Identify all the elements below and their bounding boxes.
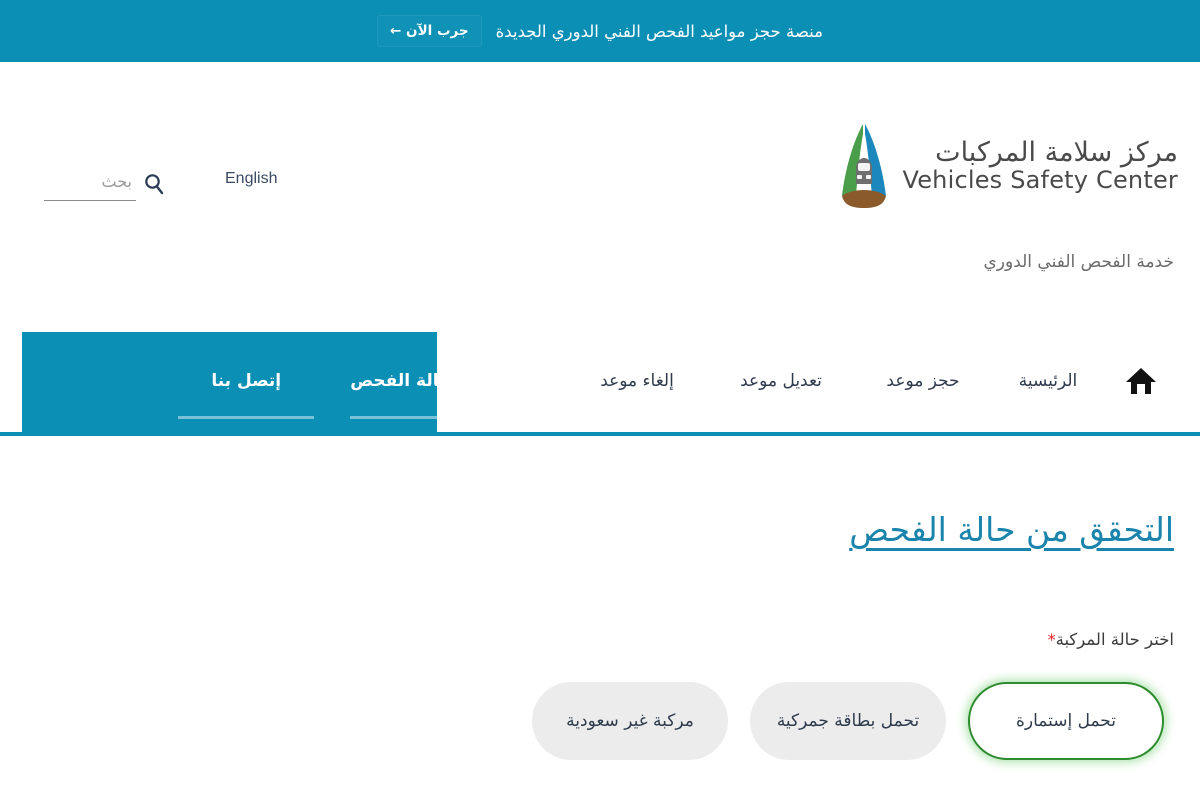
vehicle-status-option-group: تحمل إستمارة تحمل بطاقة جمركية مركبة غير… [0,682,1200,760]
promo-try-now-button[interactable]: جرب الآن ← [377,15,482,47]
nav-item-book-appointment[interactable]: حجز موعد [854,331,992,431]
nav-home-button[interactable] [1104,331,1178,431]
page-root: منصة حجز مواعيد الفحص الفني الدوري الجدي… [0,0,1200,800]
brand-text: مركز سلامة المركبات Vehicles Safety Cent… [902,138,1178,193]
vehicle-status-field-label: اختر حالة المركبة* [1048,630,1174,649]
nav-item-cancel-appointment[interactable]: إلغاء موعد [566,331,708,431]
search-icon[interactable] [142,172,166,196]
brand-name-english: Vehicles Safety Center [902,165,1178,194]
brand-lockup[interactable]: مركز سلامة المركبات Vehicles Safety Cent… [836,120,1178,212]
main-content: التحقق من حالة الفحص اختر حالة المركبة* … [0,436,1200,800]
brand-name-arabic: مركز سلامة المركبات [935,137,1178,169]
search-input[interactable] [44,167,136,201]
page-title: التحقق من حالة الفحص [849,510,1174,549]
promo-banner: منصة حجز مواعيد الفحص الفني الدوري الجدي… [0,0,1200,62]
option-non-saudi-vehicle[interactable]: مركبة غير سعودية [532,682,728,760]
option-has-customs-card[interactable]: تحمل بطاقة جمركية [750,682,946,760]
nav-item-check-inspection-status[interactable]: التحقق من حالة الفحص [332,331,566,431]
language-switch-link[interactable]: English [225,170,277,188]
service-subtitle: خدمة الفحص الفني الدوري [983,252,1174,272]
promo-banner-text: منصة حجز مواعيد الفحص الفني الدوري الجدي… [495,21,823,41]
search-box [26,163,166,205]
option-has-registration-form[interactable]: تحمل إستمارة [968,682,1164,760]
site-header: مركز سلامة المركبات Vehicles Safety Cent… [0,62,1200,330]
required-asterisk: * [1047,630,1056,649]
vehicle-safety-arch-logo-icon [842,124,887,208]
nav-items: الرئيسية حجز موعد تعديل موعد إلغاء موعد … [0,330,1200,432]
home-icon [1126,368,1156,394]
main-navigation: الرئيسية حجز موعد تعديل موعد إلغاء موعد … [0,330,1200,436]
nav-item-home[interactable]: الرئيسية [992,331,1104,431]
nav-item-edit-appointment[interactable]: تعديل موعد [708,331,854,431]
nav-item-contact-us[interactable]: إتصل بنا [160,331,332,431]
header-utility-bar: English [0,158,360,218]
vehicle-status-label-text: اختر حالة المركبة [1055,630,1174,649]
